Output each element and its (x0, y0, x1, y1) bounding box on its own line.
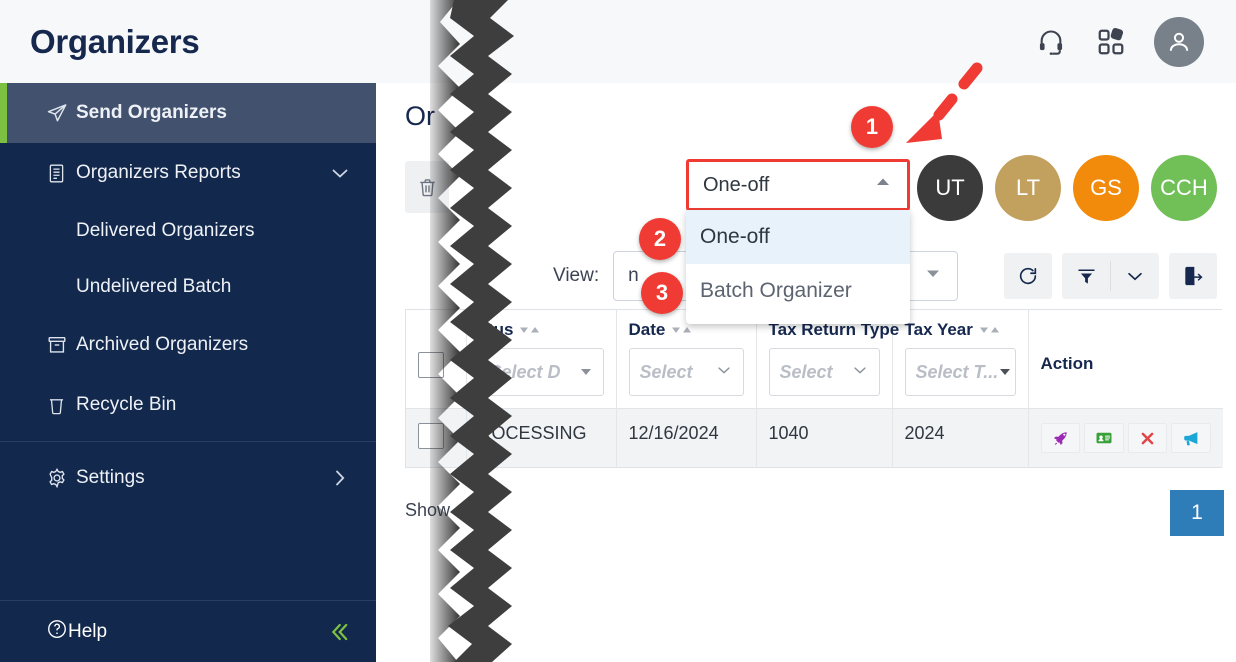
avatar-chip[interactable]: CCH (1151, 155, 1217, 221)
date-filter-placeholder: Select (639, 361, 693, 382)
avatar-initials: GS (1090, 175, 1122, 200)
dropdown-option-label: One-off (700, 225, 770, 248)
chevron-down-icon (923, 263, 943, 289)
sidebar-item-label: Recycle Bin (76, 394, 177, 415)
pagination-page-1[interactable]: 1 (1170, 490, 1224, 536)
annotation-badge-2: 2 (639, 218, 681, 260)
column-label: Action (1040, 354, 1094, 373)
chevron-down-icon[interactable] (328, 161, 352, 185)
page-title: Organizers (30, 22, 200, 60)
annotation-arrow-icon (906, 62, 983, 143)
dropdown-option-batch-organizer[interactable]: Batch Organizer (686, 264, 910, 318)
collapse-sidebar-icon[interactable] (324, 618, 352, 646)
table-header-tax-year: Tax Year Select T... (892, 310, 1029, 409)
organizer-type-dropdown-control[interactable]: One-off (686, 159, 910, 211)
cell-date: 12/16/2024 (616, 408, 757, 467)
filter-dropdown-button[interactable] (1111, 253, 1159, 299)
chevron-down-icon (715, 361, 733, 384)
apps-grid-icon[interactable] (1094, 25, 1128, 59)
sidebar-item-organizers-reports[interactable]: Organizers Reports (0, 143, 376, 203)
close-x-icon[interactable] (1127, 423, 1168, 453)
view-select-value: n (628, 265, 639, 286)
chevron-down-icon (851, 361, 869, 384)
export-button[interactable] (1169, 253, 1217, 299)
avatar-chip[interactable]: GS (1073, 155, 1139, 221)
headset-icon[interactable] (1034, 25, 1068, 59)
tax-year-filter-input[interactable]: Select T... (904, 348, 1016, 396)
sidebar: Send Organizers Organizers Reports Deliv… (0, 83, 376, 662)
cell-tax-year: 2024 (892, 408, 1029, 467)
organizer-type-dropdown: One-off One-off Batch Organizer (686, 159, 910, 324)
header-actions (1034, 16, 1204, 67)
tax-year-filter-placeholder: Select T... (915, 361, 999, 382)
dropdown-option-one-off[interactable]: One-off (686, 210, 910, 264)
avatar-initials: UT (935, 175, 965, 200)
sidebar-item-help[interactable]: Help (0, 600, 376, 662)
sort-arrows-icon[interactable] (979, 324, 1001, 336)
filter-button-group (1062, 253, 1159, 299)
sidebar-item-label: Archived Organizers (76, 334, 249, 355)
app-root: Organizers Send Organizers Organizers Re… (0, 0, 1236, 662)
tax-return-type-filter-placeholder: Select (779, 361, 833, 382)
sidebar-item-settings[interactable]: Settings (0, 448, 376, 508)
annotation-number: 2 (653, 226, 667, 251)
top-header-bar: Organizers (0, 0, 1236, 83)
dropdown-option-label: Batch Organizer (700, 279, 852, 302)
sidebar-item-label: Send Organizers (76, 102, 227, 123)
annotation-badge-3: 3 (641, 272, 683, 314)
torn-paper-cut-overlay (430, 0, 514, 662)
organizer-type-selected-value: One-off (703, 173, 770, 196)
date-filter-input[interactable]: Select (628, 348, 744, 396)
caret-down-icon (998, 362, 1012, 383)
table-tool-buttons (1004, 253, 1217, 299)
organizer-type-dropdown-menu: One-off Batch Organizer (686, 210, 910, 324)
sidebar-item-delivered-organizers[interactable]: Delivered Organizers (0, 203, 376, 259)
sidebar-item-archived-organizers[interactable]: Archived Organizers (0, 315, 376, 375)
column-label: Date (628, 320, 666, 339)
tax-return-type-filter-input[interactable]: Select (768, 348, 880, 396)
table-header-date: Date Select (616, 310, 757, 409)
sidebar-item-label: Undelivered Batch (76, 276, 232, 297)
refresh-button[interactable] (1004, 253, 1052, 299)
avatar[interactable] (1154, 16, 1204, 67)
annotation-number: 1 (865, 114, 879, 139)
annotation-number: 3 (655, 280, 669, 305)
avatar-initials: LT (1015, 175, 1041, 200)
sort-arrows-icon[interactable] (671, 324, 693, 336)
filter-button[interactable] (1062, 253, 1110, 299)
caret-down-icon (579, 362, 593, 383)
sidebar-divider (0, 441, 376, 442)
report-document-icon (46, 163, 76, 184)
table-header-tax-return-type: Tax Return Type Select (756, 310, 899, 409)
sidebar-item-label: Delivered Organizers (76, 220, 255, 241)
view-label: View: (553, 265, 600, 286)
sidebar-item-undelivered-batch[interactable]: Undelivered Batch (0, 259, 376, 315)
rocket-icon[interactable] (1040, 423, 1081, 453)
sidebar-help-label: Help (68, 620, 108, 642)
cell-tax-return-type: 1040 (756, 408, 893, 467)
send-plane-icon (46, 102, 76, 124)
column-label: Tax Year (904, 320, 973, 339)
gear-icon (46, 467, 76, 489)
cell-action (1028, 408, 1223, 467)
table-header-action: Action (1028, 310, 1223, 409)
trash-can-icon (46, 395, 76, 416)
id-card-icon[interactable] (1084, 423, 1124, 453)
sidebar-item-label: Settings (76, 467, 145, 488)
chevron-right-icon[interactable] (328, 466, 352, 490)
archive-box-icon (46, 334, 76, 356)
help-circle-icon (46, 618, 68, 646)
sidebar-item-label: Organizers Reports (76, 162, 241, 183)
annotation-badge-1: 1 (851, 106, 893, 148)
avatar-chip[interactable]: LT (995, 155, 1061, 221)
sidebar-item-recycle-bin[interactable]: Recycle Bin (0, 375, 376, 435)
megaphone-icon[interactable] (1171, 423, 1211, 453)
chevron-up-icon (873, 172, 893, 198)
sidebar-item-send-organizers[interactable]: Send Organizers (0, 83, 376, 143)
avatar-initials: CCH (1160, 175, 1208, 200)
